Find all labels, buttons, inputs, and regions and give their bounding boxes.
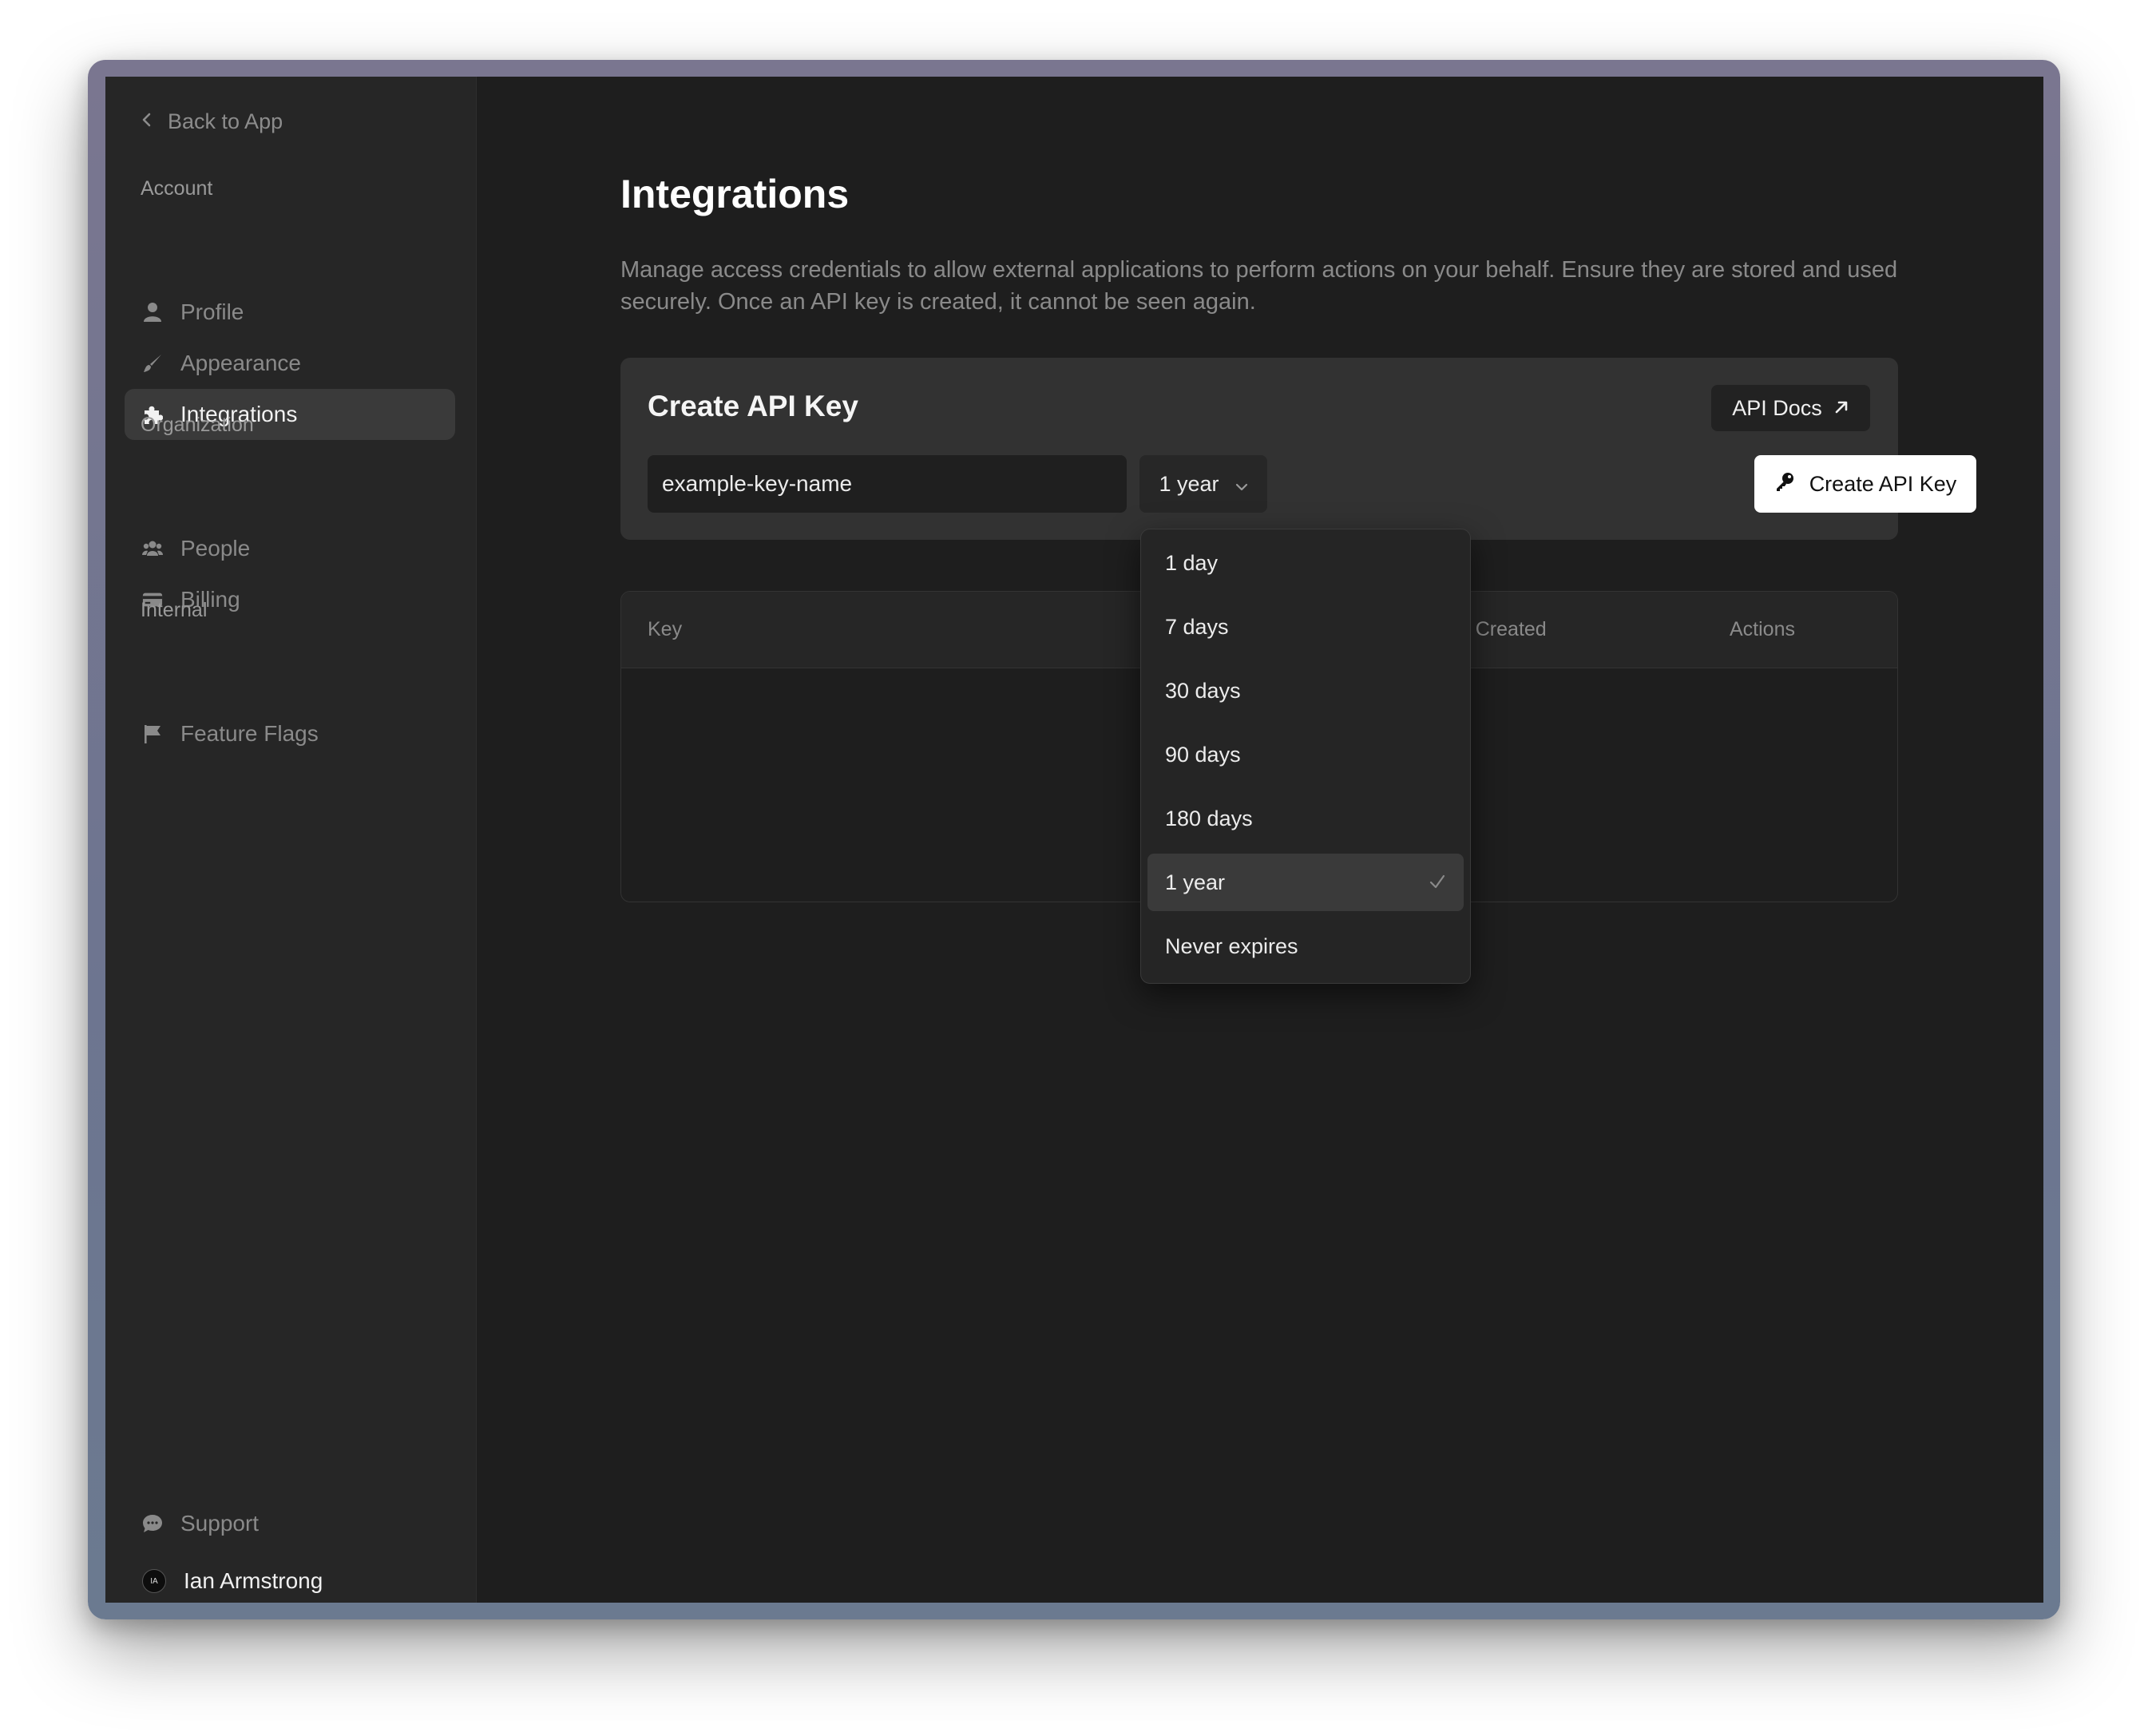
chevron-left-icon — [141, 109, 153, 134]
expiry-selected-value: 1 year — [1159, 471, 1219, 496]
user-menu[interactable]: IA Ian Armstrong — [125, 1556, 455, 1603]
option-label: 30 days — [1165, 678, 1241, 703]
page-title: Integrations — [620, 172, 850, 216]
option-label: 1 year — [1165, 870, 1226, 894]
dropdown-option-90-days[interactable]: 90 days — [1147, 726, 1464, 783]
dropdown-option-180-days[interactable]: 180 days — [1147, 790, 1464, 847]
create-api-key-button[interactable]: Create API Key — [1754, 455, 1976, 513]
dropdown-option-30-days[interactable]: 30 days — [1147, 662, 1464, 719]
column-header-key: Key — [648, 618, 683, 640]
expiry-dropdown-menu: 1 day 7 days 30 days 90 days 180 days 1 … — [1140, 529, 1471, 984]
support-link[interactable]: Support — [125, 1498, 455, 1549]
back-to-app-link[interactable]: Back to App — [141, 105, 283, 137]
sidebar-item-label: Appearance — [180, 351, 302, 375]
sidebar-item-feature-flags[interactable]: Feature Flags — [125, 708, 455, 759]
sidebar-item-label: Profile — [180, 299, 244, 324]
dropdown-option-never-expires[interactable]: Never expires — [1147, 918, 1464, 975]
api-docs-label: API Docs — [1732, 395, 1822, 420]
section-title-internal: Internal — [141, 599, 208, 621]
sidebar-item-appearance[interactable]: Appearance — [125, 338, 455, 389]
sidebar-item-profile[interactable]: Profile — [125, 287, 455, 338]
page-description: Manage access credentials to allow exter… — [620, 257, 1898, 315]
dropdown-option-1-year[interactable]: 1 year — [1147, 854, 1464, 911]
key-name-input[interactable] — [648, 455, 1127, 513]
option-label: Never expires — [1165, 933, 1298, 958]
checkmark-icon — [1429, 871, 1446, 898]
option-label: 1 day — [1165, 550, 1219, 575]
create-api-key-label: Create API Key — [1809, 471, 1957, 496]
avatar: IA — [142, 1569, 166, 1593]
arrow-up-right-icon — [1833, 396, 1849, 421]
back-to-app-label: Back to App — [168, 109, 283, 133]
user-name: Ian Armstrong — [184, 1568, 323, 1593]
chat-bubble-icon — [142, 1513, 163, 1534]
sidebar: Back to App Account Profile Appearance I… — [105, 77, 477, 1603]
column-header-actions: Actions — [1730, 618, 1795, 640]
people-icon — [142, 538, 163, 559]
brush-icon — [142, 353, 163, 374]
dropdown-option-1-day[interactable]: 1 day — [1147, 534, 1464, 592]
api-docs-button[interactable]: API Docs — [1711, 385, 1870, 431]
card-title: Create API Key — [648, 390, 858, 422]
dropdown-option-7-days[interactable]: 7 days — [1147, 598, 1464, 656]
option-label: 90 days — [1165, 742, 1241, 767]
expiry-select[interactable]: 1 year — [1139, 455, 1267, 513]
option-label: 7 days — [1165, 614, 1229, 639]
support-label: Support — [180, 1511, 260, 1536]
section-title-organization: Organization — [141, 414, 254, 436]
key-icon — [1774, 471, 1795, 497]
sidebar-item-label: People — [180, 536, 251, 561]
option-label: 180 days — [1165, 806, 1253, 830]
person-icon — [142, 302, 163, 323]
sidebar-item-label: Feature Flags — [180, 721, 319, 746]
settings-window: Back to App Account Profile Appearance I… — [105, 77, 2043, 1603]
sidebar-item-people[interactable]: People — [125, 523, 455, 574]
flag-icon — [142, 723, 163, 744]
create-api-key-card: Create API Key API Docs 1 year Create AP… — [620, 358, 1976, 540]
chevron-down-icon — [1235, 472, 1248, 497]
section-title-account: Account — [141, 177, 213, 200]
